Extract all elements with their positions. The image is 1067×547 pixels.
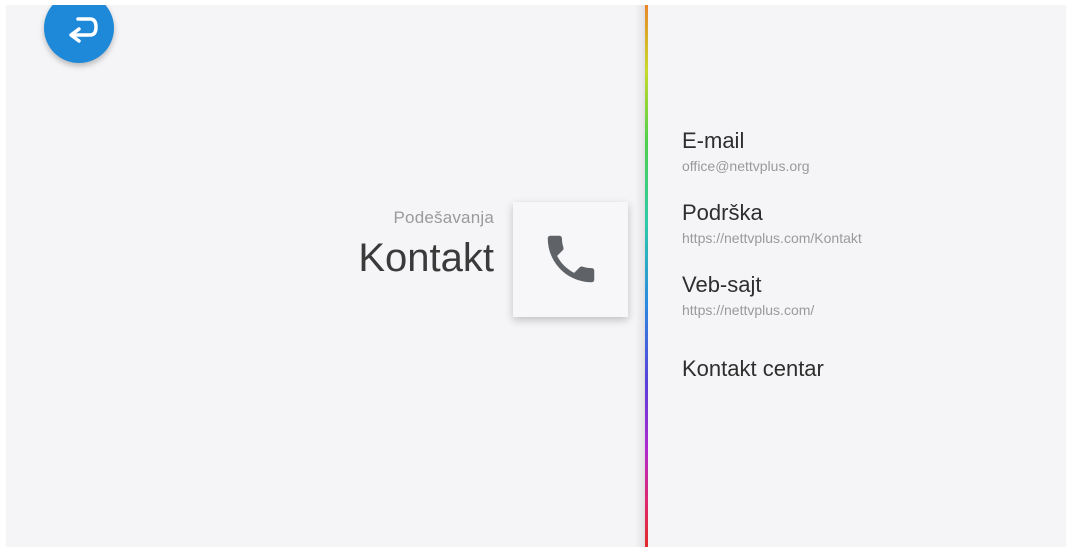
- menu-item-subtitle: office@nettvplus.org: [682, 158, 810, 174]
- phone-icon: [547, 235, 595, 283]
- breadcrumb: Podešavanja: [393, 208, 494, 227]
- contact-icon-tile: [513, 202, 628, 317]
- menu-item-email[interactable]: E-mail office@nettvplus.org: [682, 128, 810, 174]
- menu-item-support[interactable]: Podrška https://nettvplus.com/Kontakt: [682, 200, 862, 246]
- contact-options-panel: E-mail office@nettvplus.org Podrška http…: [648, 5, 1066, 547]
- screen: Podešavanja Kontakt E-mail office@nettvp…: [6, 5, 1066, 547]
- menu-item-subtitle: https://nettvplus.com/Kontakt: [682, 230, 862, 246]
- header-block: Podešavanja Kontakt: [358, 208, 494, 281]
- menu-item-contact-center[interactable]: Kontakt centar: [682, 356, 824, 382]
- menu-item-title: E-mail: [682, 128, 745, 153]
- menu-item-title: Veb-sajt: [682, 272, 762, 297]
- back-button[interactable]: [44, 5, 114, 63]
- back-arrow-icon: [69, 17, 98, 43]
- menu-item-title: Kontakt centar: [682, 356, 824, 381]
- menu-item-website[interactable]: Veb-sajt https://nettvplus.com/: [682, 272, 814, 318]
- page-title: Kontakt: [358, 236, 494, 280]
- menu-item-title: Podrška: [682, 200, 763, 225]
- menu-item-subtitle: https://nettvplus.com/: [682, 302, 815, 318]
